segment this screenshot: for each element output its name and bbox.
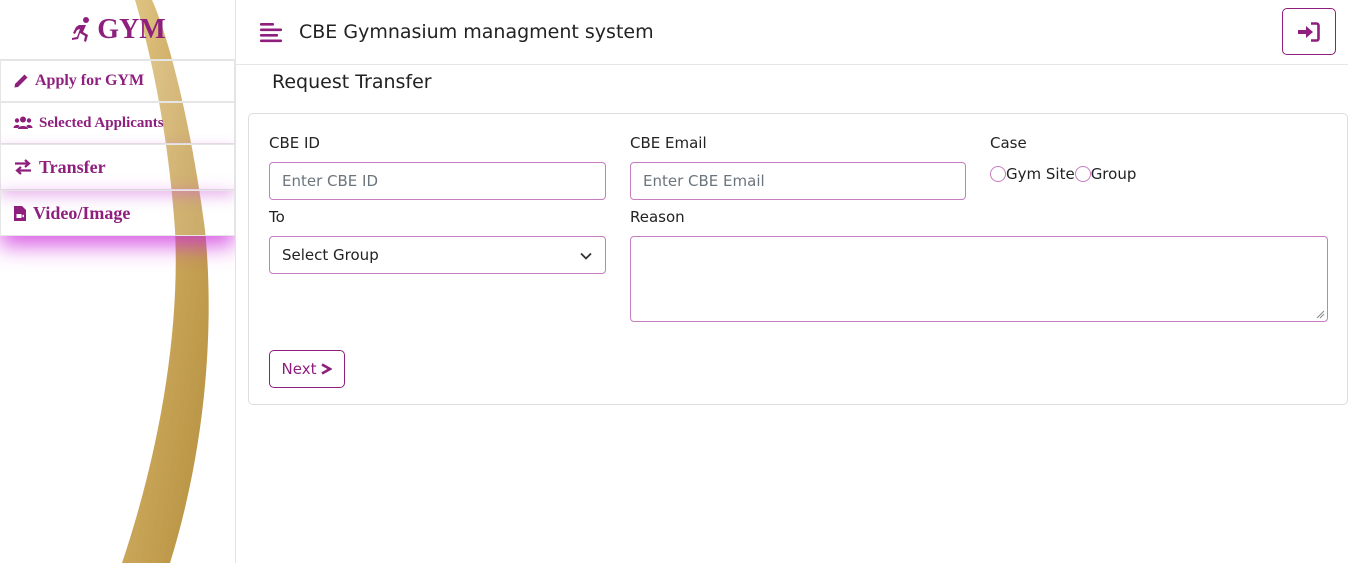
sidebar-item-selected-applicants[interactable]: Selected Applicants [0,102,235,144]
resize-grip-icon[interactable] [1316,310,1325,319]
chevron-right-icon [321,363,333,375]
reason-textarea[interactable] [630,236,1328,322]
cbe-email-input[interactable] [630,162,966,200]
gym-site-radio[interactable] [990,166,1006,182]
sidebar-item-label: Video/Image [33,202,131,223]
sidebar-item-apply-for-gym[interactable]: Apply for GYM [0,60,235,102]
sidebar-item-transfer[interactable]: Transfer [0,144,235,190]
cbe-id-label: CBE ID [269,134,320,152]
reason-label: Reason [630,208,685,226]
page-title: Request Transfer [272,71,432,93]
to-group-select[interactable]: Select Group [269,236,606,274]
file-video-icon [14,205,26,221]
users-icon [13,116,33,129]
group-radio-label: Group [1090,165,1137,183]
brand-text: GYM [97,13,166,45]
case-label: Case [990,134,1027,152]
sidebar-item-label: Selected Applicants [39,114,164,131]
pencil-icon [14,74,28,88]
sidebar-item-label: Transfer [39,156,106,177]
group-radio[interactable] [1074,166,1091,182]
bars-staggered-icon[interactable] [260,21,282,43]
case-radio-group: Gym Site Group [990,165,1136,183]
transfer-form-card: CBE ID CBE Email Case Gym Site Group To … [248,113,1348,405]
sign-in-icon [1298,21,1320,42]
sidebar-item-label: Apply for GYM [35,72,145,89]
running-person-icon [72,16,90,42]
next-button-label: Next [281,360,317,378]
chevron-down-icon [580,252,592,260]
app-title: CBE Gymnasium managment system [299,21,654,43]
to-group-selected-value: Select Group [282,246,379,264]
sidebar: GYM Apply for GYM Selected Applicants Tr… [0,0,236,563]
sidebar-item-video-image[interactable]: Video/Image [0,190,235,236]
cbe-email-label: CBE Email [630,134,707,152]
gym-site-radio-label: Gym Site [1006,165,1075,183]
top-header: CBE Gymnasium managment system [236,0,1348,65]
next-button[interactable]: Next [269,350,345,388]
arrows-exchange-icon [15,159,31,175]
cbe-id-input[interactable] [269,162,606,200]
login-button[interactable] [1282,8,1336,55]
brand-logo[interactable]: GYM [0,0,235,60]
to-label: To [269,208,285,226]
